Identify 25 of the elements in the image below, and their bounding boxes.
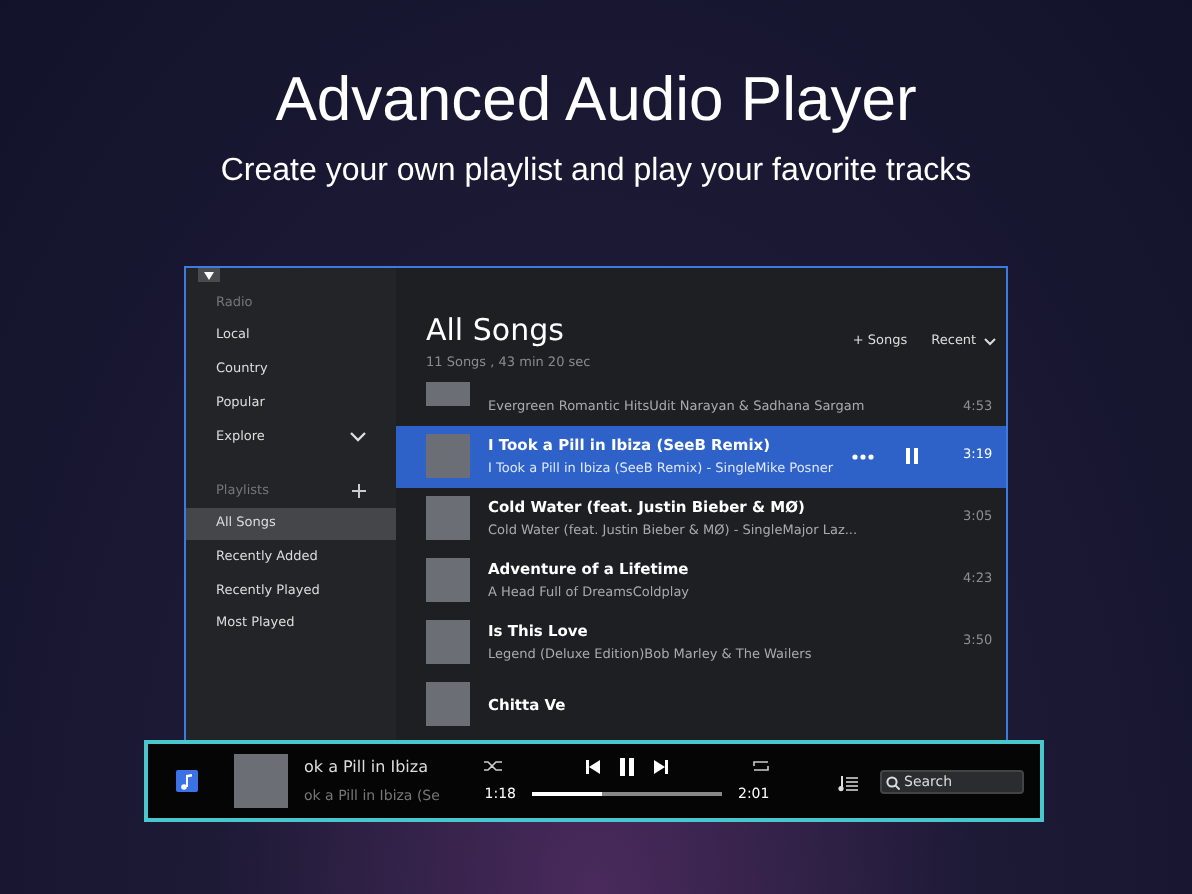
caret-icon[interactable]: [204, 271, 214, 279]
album-art-placeholder: [426, 496, 470, 541]
subheadline: Create your own playlist and play your favorite tracks: [218, 152, 974, 192]
album-art-placeholder: [426, 558, 470, 603]
more-icon[interactable]: [851, 453, 873, 460]
skip-back-icon[interactable]: [586, 759, 600, 774]
search-icon[interactable]: [886, 775, 900, 789]
shuffle-icon[interactable]: [484, 760, 502, 773]
skip-forward-icon[interactable]: [654, 759, 668, 774]
music-note-icon[interactable]: [176, 770, 198, 792]
album-art-placeholder: [426, 682, 470, 727]
album-art-placeholder: [426, 620, 470, 665]
pause-icon[interactable]: [620, 757, 634, 776]
chevron-down-icon[interactable]: [350, 431, 366, 442]
now-playing-title: ok a Pill in Ibiza: [304, 755, 430, 780]
repeat-icon[interactable]: [752, 760, 770, 773]
queue-icon[interactable]: [838, 771, 858, 791]
plus-icon[interactable]: [352, 484, 366, 499]
headline: Advanced Audio Player: [273, 62, 919, 130]
chevron-down-icon[interactable]: [984, 337, 997, 346]
album-art-placeholder: [426, 381, 470, 406]
album-art-placeholder: [234, 754, 288, 808]
menu-button[interactable]: [198, 268, 220, 282]
page-title: All Songs: [426, 316, 566, 346]
album-art-placeholder: [426, 434, 470, 479]
